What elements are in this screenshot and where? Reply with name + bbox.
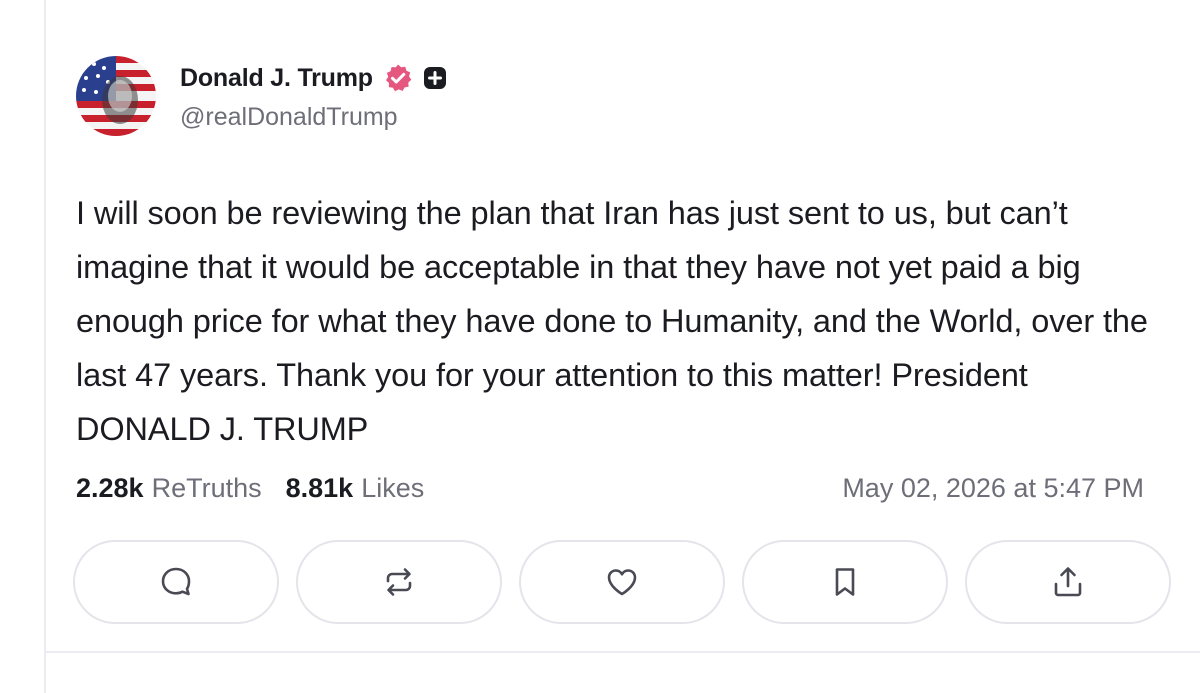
verified-badge-icon bbox=[385, 64, 412, 92]
share-icon bbox=[1054, 567, 1082, 597]
post-text: I will soon be reviewing the plan that I… bbox=[76, 195, 1148, 447]
reply-button[interactable] bbox=[73, 540, 279, 624]
post-timestamp: May 02, 2026 at 5:47 PM bbox=[842, 473, 1144, 503]
post-stats: 2.28k ReTruths 8.81k Likes bbox=[76, 473, 424, 504]
author-row: Donald J. Trump bbox=[180, 60, 447, 96]
avatar-image bbox=[76, 56, 156, 136]
reply-icon bbox=[161, 567, 191, 596]
plus-badge-icon bbox=[423, 67, 446, 89]
bookmark-button[interactable] bbox=[742, 540, 948, 624]
author-name[interactable]: Donald J. Trump bbox=[180, 64, 373, 93]
likes-count[interactable]: 8.81k bbox=[286, 473, 354, 504]
like-button[interactable] bbox=[519, 540, 725, 624]
retruth-icon bbox=[386, 568, 412, 596]
next-post-edge bbox=[44, 653, 1200, 693]
share-button[interactable] bbox=[965, 540, 1171, 624]
retruths-count[interactable]: 2.28k bbox=[76, 473, 144, 504]
likes-label[interactable]: Likes bbox=[361, 473, 424, 504]
author-handle[interactable]: @realDonaldTrump bbox=[180, 103, 398, 132]
avatar[interactable] bbox=[76, 56, 156, 136]
retruth-button[interactable] bbox=[296, 540, 502, 624]
action-bar bbox=[73, 540, 1188, 624]
retruths-label[interactable]: ReTruths bbox=[152, 473, 262, 504]
heart-icon bbox=[607, 569, 637, 596]
bookmark-icon bbox=[835, 568, 855, 596]
